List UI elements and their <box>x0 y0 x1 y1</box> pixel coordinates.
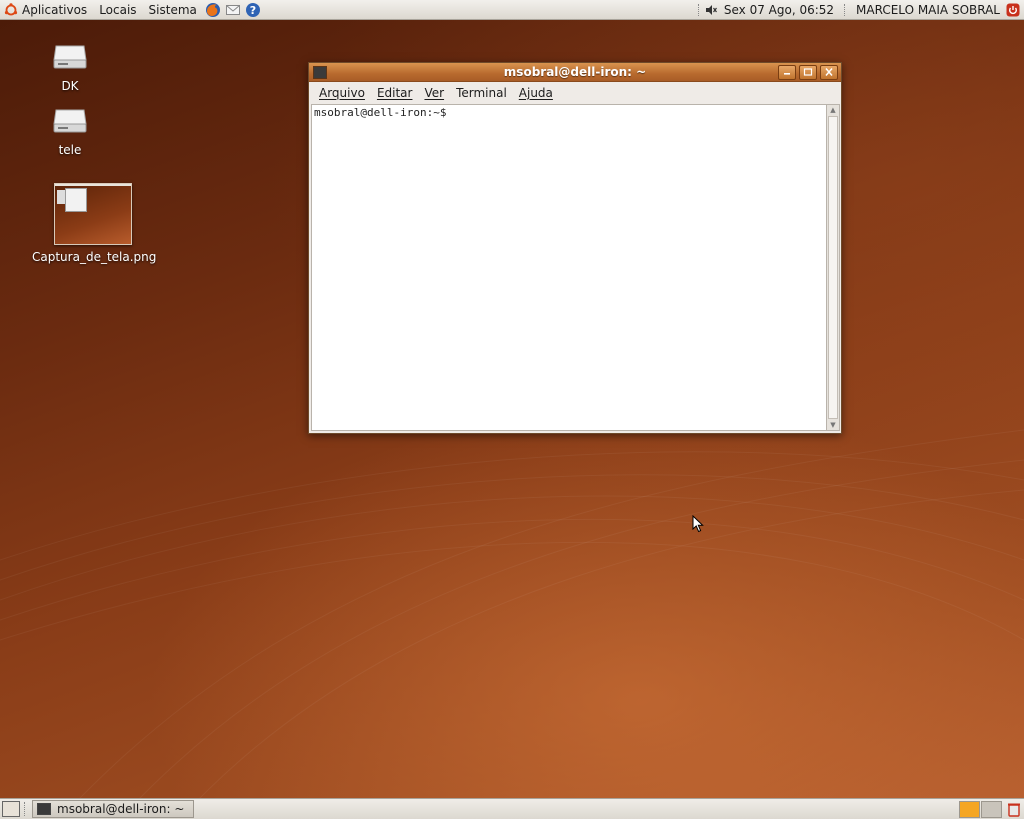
minimize-button[interactable] <box>778 64 796 80</box>
show-desktop-icon[interactable] <box>2 801 20 817</box>
desktop-icon-label: tele <box>58 143 82 157</box>
top-panel: Aplicativos Locais Sistema ? Sex 07 Ago,… <box>0 0 1024 20</box>
close-icon <box>825 68 833 76</box>
system-tray: Sex 07 Ago, 06:52 MARCELO MAIA SOBRAL <box>694 0 1024 19</box>
bottom-panel: msobral@dell-iron: ~ <box>0 798 1024 819</box>
trash-icon[interactable] <box>1007 802 1021 817</box>
panel-separator <box>844 3 846 16</box>
mail-icon[interactable] <box>225 2 241 18</box>
user-switcher[interactable]: MARCELO MAIA SOBRAL <box>850 3 1006 17</box>
window-title: msobral@dell-iron: ~ <box>503 65 647 79</box>
menu-arquivo[interactable]: Arquivo <box>313 86 371 100</box>
clock[interactable]: Sex 07 Ago, 06:52 <box>718 3 840 17</box>
desktop-icon-label: Captura_de_tela.png <box>32 250 157 264</box>
terminal-scrollbar[interactable]: ▲ ▼ <box>826 104 840 431</box>
firefox-icon[interactable] <box>205 2 221 18</box>
terminal-icon <box>37 803 51 815</box>
svg-text:?: ? <box>250 4 256 17</box>
minimize-icon <box>784 73 790 75</box>
drive-icon <box>53 109 87 133</box>
desktop-icon-dk[interactable]: DK <box>40 42 100 93</box>
terminal-menubar: Arquivo Editar Ver Terminal Ajuda <box>309 82 841 103</box>
menu-sistema[interactable]: Sistema <box>143 0 203 19</box>
terminal-window[interactable]: msobral@dell-iron: ~ Arquivo Editar Ver … <box>308 62 842 434</box>
desktop-icon-tele[interactable]: tele <box>40 106 100 157</box>
menu-ver[interactable]: Ver <box>418 86 450 100</box>
scroll-down-icon[interactable]: ▼ <box>827 420 839 430</box>
maximize-icon <box>803 68 813 76</box>
desktop-icon-captura[interactable]: Captura_de_tela.png <box>32 183 157 264</box>
image-thumbnail <box>54 183 132 245</box>
panel-handle[interactable] <box>24 802 28 816</box>
scroll-up-icon[interactable]: ▲ <box>827 105 839 115</box>
terminal-text-area[interactable]: msobral@dell-iron:~$ <box>311 104 827 431</box>
menu-terminal[interactable]: Terminal <box>450 86 513 100</box>
terminal-icon[interactable] <box>313 65 327 79</box>
power-icon[interactable] <box>1006 3 1020 17</box>
taskbar-button-terminal[interactable]: msobral@dell-iron: ~ <box>32 800 194 818</box>
mouse-pointer-icon <box>692 515 704 533</box>
taskbar-button-label: msobral@dell-iron: ~ <box>57 802 185 816</box>
desktop-icon-label: DK <box>61 79 79 93</box>
workspace-switcher <box>959 800 1002 818</box>
help-icon[interactable]: ? <box>245 2 261 18</box>
workspace-2[interactable] <box>981 800 1002 818</box>
shell-prompt: msobral@dell-iron:~$ <box>314 106 454 119</box>
menu-ajuda[interactable]: Ajuda <box>513 86 559 100</box>
menu-aplicativos[interactable]: Aplicativos <box>16 0 93 19</box>
maximize-button[interactable] <box>799 64 817 80</box>
scroll-thumb[interactable] <box>828 116 838 419</box>
workspace-1[interactable] <box>959 800 980 818</box>
close-button[interactable] <box>820 64 838 80</box>
menu-locais[interactable]: Locais <box>93 0 142 19</box>
window-titlebar[interactable]: msobral@dell-iron: ~ <box>309 63 841 82</box>
volume-muted-icon[interactable] <box>704 3 718 17</box>
drive-icon <box>53 45 87 69</box>
menu-editar[interactable]: Editar <box>371 86 419 100</box>
panel-separator <box>697 3 700 16</box>
